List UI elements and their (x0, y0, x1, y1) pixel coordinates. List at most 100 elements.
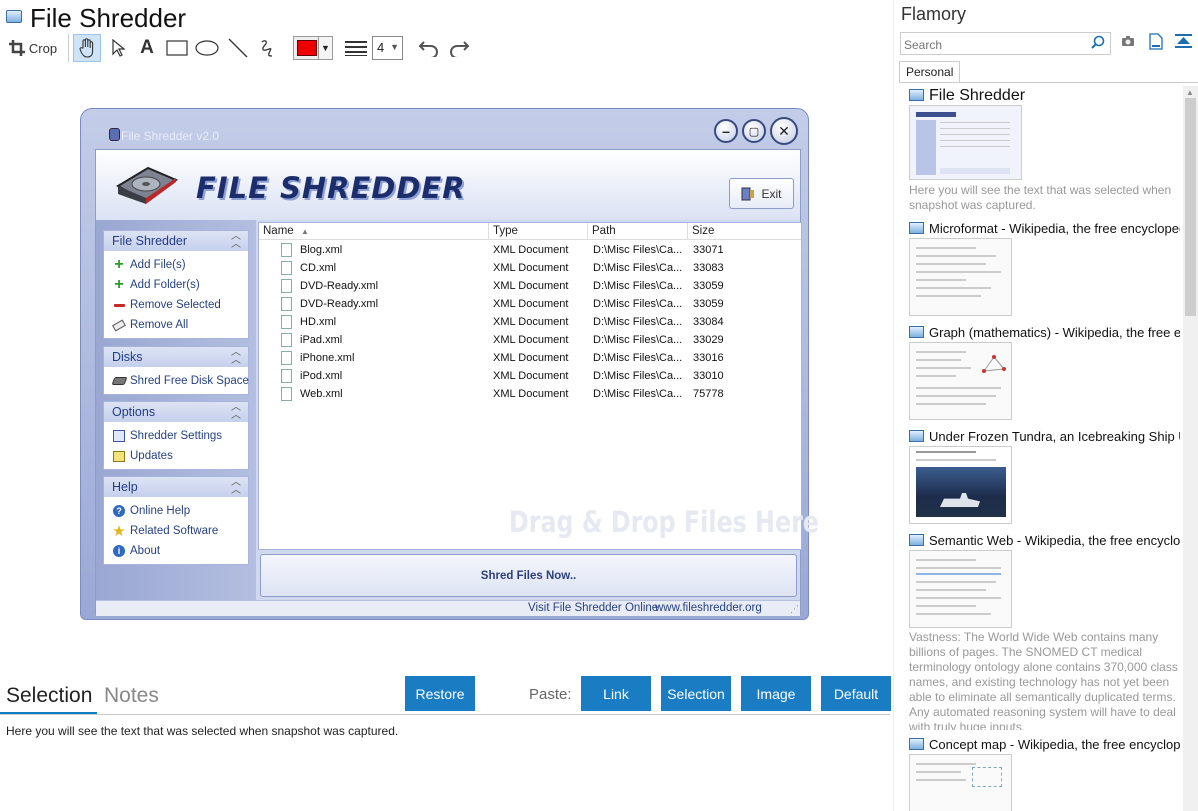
snapshot-thumbnail[interactable] (909, 342, 1012, 420)
snapshot-label: Graph (mathematics) - Wikipedia, the fre… (929, 325, 1180, 340)
snapshot-item-title[interactable]: Graph (mathematics) - Wikipedia, the fre… (909, 325, 1180, 340)
group-header[interactable]: Disks ︿ ︿ (104, 347, 248, 367)
file-name: Web.xml (300, 388, 343, 400)
visit-online-link[interactable]: Visit File Shredder Online (528, 602, 658, 614)
remove-all-link[interactable]: Remove All (104, 314, 248, 334)
snapshot-label: Semantic Web - Wikipedia, the free encyc… (929, 533, 1180, 548)
snapshot-thumbnail[interactable] (909, 105, 1022, 180)
rectangle-tool-button[interactable] (164, 34, 190, 62)
scroll-thumb[interactable] (1185, 98, 1196, 316)
snapshot-thumbnail[interactable] (909, 550, 1012, 628)
file-row[interactable]: DVD-Ready.xml XML Document D:\Misc Files\C… (259, 295, 801, 313)
snapshot-item-title[interactable]: Semantic Web - Wikipedia, the free encyc… (909, 533, 1180, 548)
link-label: Shred Free Disk Space (130, 375, 249, 387)
snapshot-label: Concept map - Wikipedia, the free encycl… (929, 737, 1180, 752)
snapshot-item-title[interactable]: Microformat - Wikipedia, the free encycl… (909, 221, 1180, 236)
snapshot-item-title[interactable]: File Shredder (909, 87, 1180, 105)
snapshot-description: Here you will see the text that was sele… (909, 183, 1172, 212)
about-link[interactable]: i About (104, 540, 248, 560)
exit-button[interactable]: Exit (729, 178, 794, 209)
document-icon[interactable] (1149, 33, 1163, 55)
add-folders-link[interactable]: + Add Folder(s) (104, 274, 248, 294)
stroke-width-select[interactable]: 4 ▼ (372, 36, 403, 60)
resize-grip-icon[interactable]: ⋰ (790, 604, 799, 615)
file-row[interactable]: iPod.xml XML Document D:\Misc Files\Ca... 3… (259, 367, 801, 385)
undo-button[interactable] (416, 34, 442, 62)
ellipse-tool-button[interactable] (194, 34, 220, 62)
pan-tool-button[interactable] (73, 34, 101, 62)
app-icon (6, 10, 22, 23)
sidebar-title: Flamory (901, 4, 967, 24)
group-title: Options (112, 405, 156, 419)
website-link[interactable]: www.fileshredder.org (655, 602, 762, 614)
select-tool-button[interactable] (106, 34, 130, 62)
snapshot-thumbnail[interactable] (909, 446, 1012, 524)
snapshot-thumbnail[interactable] (909, 754, 1012, 811)
tab-personal[interactable]: Personal (899, 61, 960, 83)
search-input[interactable] (900, 32, 1111, 55)
camera-icon[interactable] (1121, 34, 1135, 53)
selection-text[interactable]: Here you will see the text that was sele… (6, 724, 398, 738)
file-name: iPod.xml (300, 370, 343, 382)
file-icon (281, 261, 292, 275)
column-divider (587, 223, 588, 240)
column-name[interactable]: Name (263, 225, 294, 237)
file-row[interactable]: iPhone.xml XML Document D:\Misc Files\Ca..… (259, 349, 801, 367)
redo-button[interactable] (446, 34, 472, 62)
hard-disk-logo (116, 166, 179, 204)
paste-image-button[interactable]: Image (741, 676, 811, 711)
minimize-button[interactable]: – (714, 119, 738, 143)
shred-free-space-link[interactable]: Shred Free Disk Space (104, 370, 249, 390)
collapse-icon: ︿ ︿ (231, 402, 241, 421)
maximize-button[interactable]: ▢ (742, 119, 766, 143)
file-size: 33084 (693, 316, 724, 328)
line-tool-button[interactable] (226, 34, 250, 62)
group-header[interactable]: File Shredder ︿ ︿ (104, 231, 248, 251)
file-list[interactable]: Name ▲ Type Path Size Blog.xml XML Docume… (258, 222, 819, 550)
tab-notes[interactable]: Notes (104, 684, 159, 708)
eraser-icon (112, 318, 126, 332)
file-row[interactable]: HD.xml XML Document D:\Misc Files\Ca... 330… (259, 313, 801, 331)
file-row[interactable]: DVD-Ready.xml XML Document D:\Misc Files\C… (259, 277, 801, 295)
crop-button[interactable]: Crop (6, 34, 60, 62)
related-software-link[interactable]: ★ Related Software (104, 520, 248, 540)
file-row[interactable]: Blog.xml XML Document D:\Misc Files\Ca... 3… (259, 241, 801, 259)
remove-selected-link[interactable]: Remove Selected (104, 294, 248, 314)
close-button[interactable]: ✕ (770, 117, 798, 145)
snapshot-icon (909, 430, 924, 442)
snapshot-item-title[interactable]: Under Frozen Tundra, an Icebreaking Ship… (909, 429, 1180, 444)
help-group: Help ︿ ︿ ? Online Help ★ Related Software iA… (103, 476, 249, 565)
collapse-panel-icon[interactable] (1175, 34, 1192, 54)
file-row[interactable]: CD.xml XML Document D:\Misc Files\Ca... 330… (259, 259, 801, 277)
scroll-up-icon[interactable]: ▲ (1186, 88, 1194, 97)
column-path[interactable]: Path (592, 225, 616, 237)
window-title: File Shredder v2.0 (121, 129, 220, 143)
updates-link[interactable]: Updates (104, 445, 248, 465)
file-name: CD.xml (300, 262, 337, 274)
text-tool-button[interactable]: A (136, 34, 158, 62)
paste-selection-button[interactable]: Selection (661, 676, 731, 711)
freehand-tool-button[interactable] (256, 34, 280, 62)
shredder-settings-link[interactable]: Shredder Settings (104, 425, 248, 445)
paste-label: Paste: (529, 686, 572, 703)
group-title: Help (112, 480, 138, 494)
paste-link-button[interactable]: Link (581, 676, 651, 711)
add-files-link[interactable]: + Add File(s) (104, 254, 248, 274)
line-width-button[interactable] (344, 34, 368, 62)
column-type[interactable]: Type (493, 225, 518, 237)
shred-files-button[interactable]: Shred Files Now.. (260, 554, 797, 597)
paste-default-button[interactable]: Default (821, 676, 891, 711)
file-row[interactable]: Web.xml XML Document D:\Misc Files\Ca... 75… (259, 385, 801, 403)
group-header[interactable]: Help ︿ ︿ (104, 477, 248, 497)
group-header[interactable]: Options ︿ ︿ (104, 402, 248, 422)
online-help-link[interactable]: ? Online Help (104, 500, 248, 520)
color-picker[interactable]: ▼ (293, 36, 333, 60)
restore-button[interactable]: Restore (405, 676, 475, 711)
file-row[interactable]: iPad.xml XML Document D:\Misc Files\Ca... 3… (259, 331, 801, 349)
snapshot-thumbnail[interactable] (909, 238, 1012, 316)
updates-icon (112, 449, 126, 463)
column-size[interactable]: Size (692, 225, 714, 237)
snapshot-item-title[interactable]: Concept map - Wikipedia, the free encycl… (909, 737, 1180, 752)
tab-selection[interactable]: Selection (6, 684, 92, 708)
search-icon[interactable] (1091, 35, 1105, 52)
